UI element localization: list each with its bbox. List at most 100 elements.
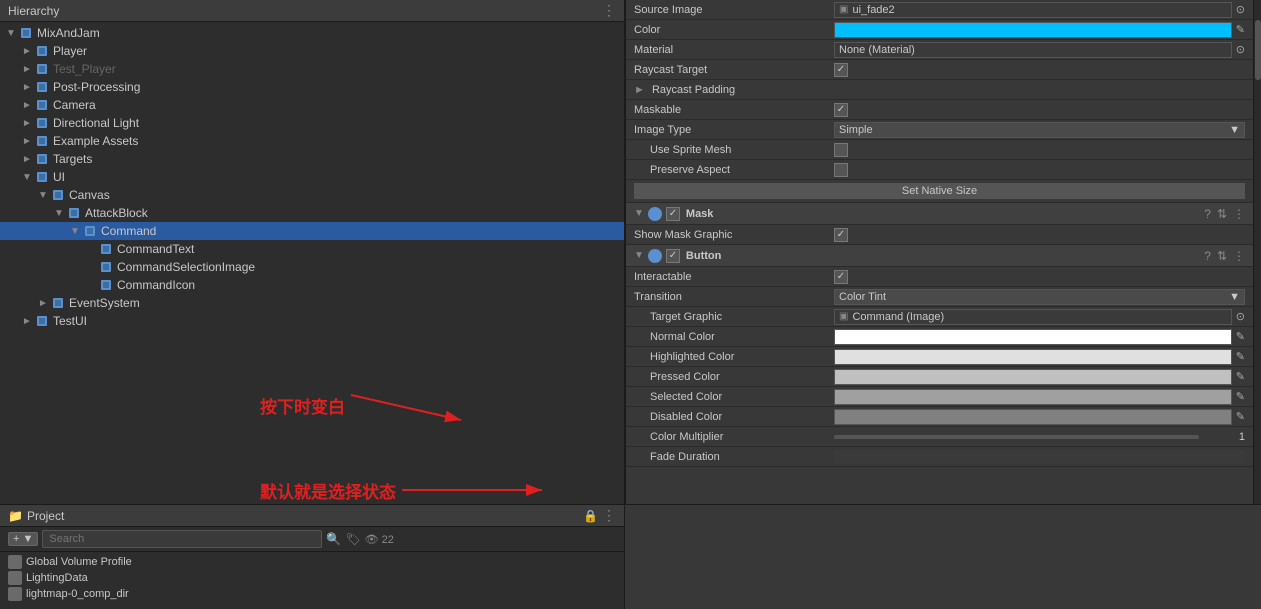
mask-help-icon[interactable]: ?	[1204, 207, 1211, 221]
selected-color-row: Selected Color ✎	[626, 387, 1253, 407]
highlighted-color-pick[interactable]: ✎	[1236, 350, 1245, 363]
selected-color-pick[interactable]: ✎	[1236, 390, 1245, 403]
hierarchy-item-eventsystem[interactable]: ► EventSystem	[0, 294, 624, 312]
hierarchy-item-targets[interactable]: ► Targets	[0, 150, 624, 168]
transition-dropdown[interactable]: Color Tint ▼	[834, 289, 1245, 305]
disabled-color-pick[interactable]: ✎	[1236, 410, 1245, 423]
button-menu-icon[interactable]: ⋮	[1233, 249, 1245, 263]
file-item[interactable]: Global Volume Profile	[4, 554, 620, 570]
file-label: lightmap-0_comp_dir	[26, 588, 129, 600]
tree-label-test_player: Test_Player	[53, 62, 116, 76]
fade-duration-label: Fade Duration	[634, 451, 834, 463]
button-enabled-checkbox[interactable]	[666, 249, 680, 263]
use-sprite-mesh-checkbox[interactable]	[834, 143, 848, 157]
hierarchy-item-camera[interactable]: ► Camera	[0, 96, 624, 114]
tree-arrow-attackblock: ▼	[52, 208, 66, 219]
filter-icon[interactable]: 🏷	[345, 532, 360, 546]
maskable-value	[834, 103, 1245, 117]
selected-color-swatch[interactable]	[834, 389, 1232, 405]
fade-duration-input[interactable]: 0.1	[834, 450, 1245, 464]
tree-cube-icon-commandtext	[98, 241, 114, 257]
pressed-color-row: Pressed Color ✎	[626, 367, 1253, 387]
tree-label-directional-light: Directional Light	[53, 116, 139, 130]
hierarchy-item-mixandjam[interactable]: ▼ MixAndJam	[0, 24, 624, 42]
source-image-pick[interactable]: ⊙	[1236, 3, 1245, 16]
hierarchy-menu-icon[interactable]: ⋮	[602, 2, 616, 19]
disabled-color-row: Disabled Color ✎	[626, 407, 1253, 427]
transition-value: Color Tint ▼	[834, 289, 1245, 305]
mask-menu-icon[interactable]: ⋮	[1233, 207, 1245, 221]
tree-arrow-post-processing: ►	[20, 82, 34, 93]
highlighted-color-label: Highlighted Color	[634, 351, 834, 363]
highlighted-color-swatch[interactable]	[834, 349, 1232, 365]
hierarchy-item-testui[interactable]: ► TestUI	[0, 312, 624, 330]
target-graphic-obj-icon: ▣	[839, 311, 848, 322]
mask-expand-arrow[interactable]: ▼	[634, 208, 644, 219]
selected-color-value: ✎	[834, 389, 1245, 405]
hierarchy-item-post-processing[interactable]: ► Post-Processing	[0, 78, 624, 96]
material-label: Material	[634, 44, 834, 56]
maskable-checkbox[interactable]	[834, 103, 848, 117]
color-label: Color	[634, 24, 834, 36]
raycast-target-value	[834, 63, 1245, 77]
project-lock-icon[interactable]: 🔒	[583, 509, 598, 523]
set-native-size-button[interactable]: Set Native Size	[634, 183, 1245, 199]
mask-settings-icon[interactable]: ⇅	[1217, 207, 1227, 221]
material-pick[interactable]: ⊙	[1236, 43, 1245, 56]
hierarchy-item-test_player[interactable]: ► Test_Player	[0, 60, 624, 78]
tree-arrow-player: ►	[20, 46, 34, 57]
normal-color-swatch[interactable]	[834, 329, 1232, 345]
hierarchy-item-ui[interactable]: ▼ UI	[0, 168, 624, 186]
preserve-aspect-checkbox[interactable]	[834, 163, 848, 177]
hierarchy-item-directional-light[interactable]: ► Directional Light	[0, 114, 624, 132]
inspector-scrollbar[interactable]	[1253, 0, 1261, 504]
image-type-dropdown[interactable]: Simple ▼	[834, 122, 1245, 138]
hierarchy-item-player[interactable]: ► Player	[0, 42, 624, 60]
search-input[interactable]	[42, 530, 322, 548]
tree-arrow-directional-light: ►	[20, 118, 34, 129]
target-graphic-pick[interactable]: ⊙	[1236, 310, 1245, 323]
button-section-title: Button	[686, 250, 1204, 262]
button-expand-arrow[interactable]: ▼	[634, 250, 644, 261]
source-image-field[interactable]: ▣ ui_fade2	[834, 2, 1232, 18]
raycast-target-checkbox[interactable]	[834, 63, 848, 77]
hierarchy-item-command[interactable]: ▼ Command	[0, 222, 624, 240]
add-button[interactable]: + ▼	[8, 532, 38, 546]
fade-duration-value: 0.1	[834, 450, 1245, 464]
button-help-icon[interactable]: ?	[1204, 249, 1211, 263]
file-icon	[8, 555, 22, 569]
hierarchy-item-example-assets[interactable]: ► Example Assets	[0, 132, 624, 150]
tree-arrow-camera: ►	[20, 100, 34, 111]
normal-color-pick[interactable]: ✎	[1236, 330, 1245, 343]
color-pick-icon[interactable]: ✎	[1236, 23, 1245, 36]
hierarchy-item-canvas[interactable]: ▼ Canvas	[0, 186, 624, 204]
pressed-color-pick[interactable]: ✎	[1236, 370, 1245, 383]
tree-label-testui: TestUI	[53, 314, 87, 328]
tree-cube-icon-test_player	[34, 61, 50, 77]
file-label: LightingData	[26, 572, 88, 584]
file-item[interactable]: lightmap-0_comp_dir	[4, 586, 620, 602]
use-sprite-mesh-value	[834, 143, 1245, 157]
normal-color-value: ✎	[834, 329, 1245, 345]
disabled-color-swatch[interactable]	[834, 409, 1232, 425]
project-menu-icon[interactable]: ⋮	[602, 507, 616, 524]
hierarchy-item-commandselectionimage[interactable]: CommandSelectionImage	[0, 258, 624, 276]
pressed-color-label: Pressed Color	[634, 371, 834, 383]
hierarchy-item-commandicon[interactable]: CommandIcon	[0, 276, 624, 294]
color-swatch[interactable]	[834, 22, 1232, 38]
show-mask-graphic-checkbox[interactable]	[834, 228, 848, 242]
pressed-color-swatch[interactable]	[834, 369, 1232, 385]
file-item[interactable]: LightingData	[4, 570, 620, 586]
hierarchy-item-commandtext[interactable]: CommandText	[0, 240, 624, 258]
color-multiplier-slider[interactable]	[834, 435, 1199, 439]
mask-enabled-checkbox[interactable]	[666, 207, 680, 221]
button-settings-icon[interactable]: ⇅	[1217, 249, 1227, 263]
target-graphic-row: Target Graphic ▣ Command (Image) ⊙	[626, 307, 1253, 327]
tree-label-commandselectionimage: CommandSelectionImage	[117, 260, 255, 274]
target-graphic-field[interactable]: ▣ Command (Image)	[834, 309, 1232, 325]
tree-label-canvas: Canvas	[69, 188, 110, 202]
mask-section-header: ▼ Mask ? ⇅ ⋮	[626, 203, 1253, 225]
hierarchy-item-attackblock[interactable]: ▼ AttackBlock	[0, 204, 624, 222]
material-field[interactable]: None (Material)	[834, 42, 1232, 58]
interactable-checkbox[interactable]	[834, 270, 848, 284]
